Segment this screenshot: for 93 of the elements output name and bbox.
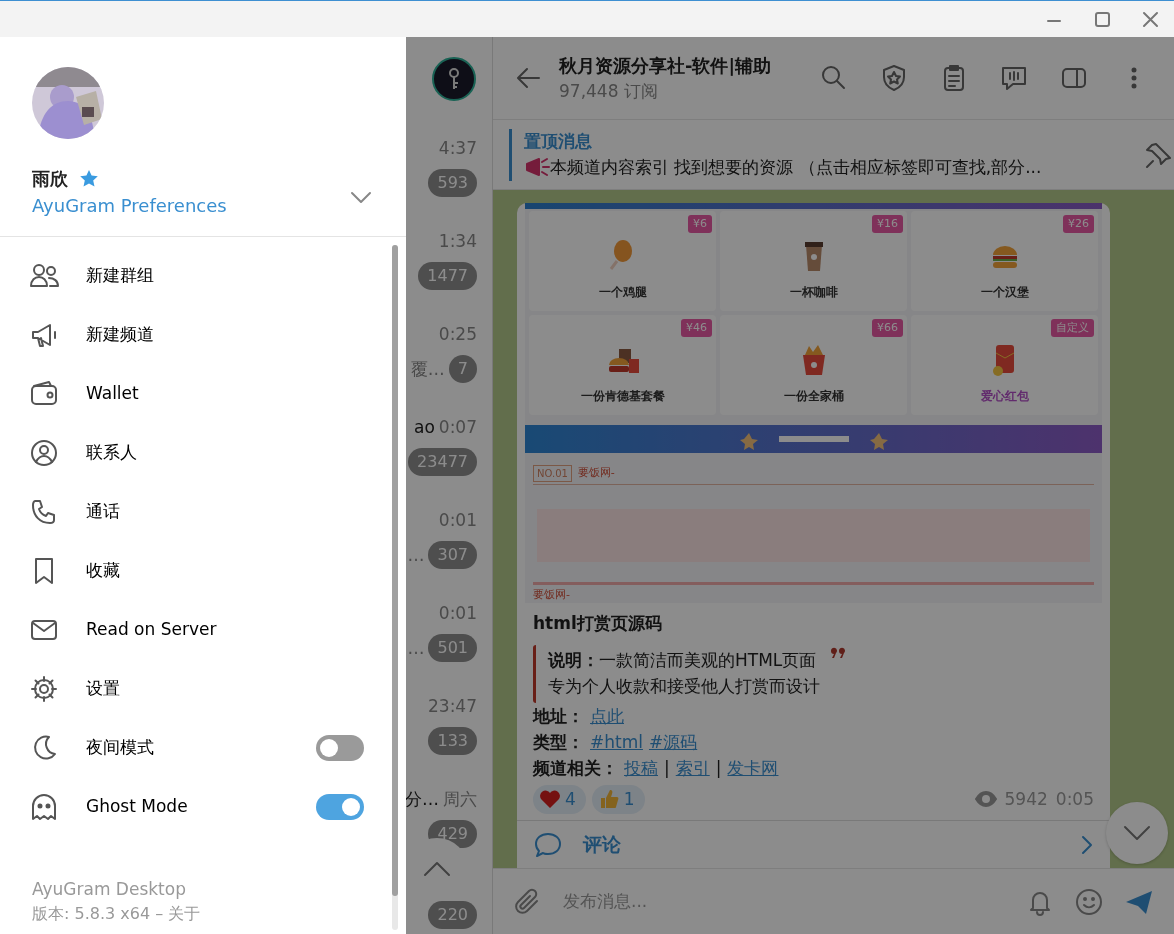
message-time: 0:05: [1055, 787, 1094, 811]
link[interactable]: #html: [590, 728, 643, 755]
chat-time: 0:01: [438, 508, 477, 532]
ghost-icon: [29, 791, 59, 822]
link[interactable]: 投稿: [624, 754, 658, 781]
reaction-chip[interactable]: 4: [533, 784, 586, 814]
chat-time: 1:34: [438, 229, 477, 253]
field-label: 频道相关：: [533, 756, 618, 780]
tile-label: 一份肯德基套餐: [580, 387, 665, 405]
chevron-right-icon: [1080, 833, 1094, 856]
chat-time: 0:25: [438, 322, 477, 346]
emoji-icon[interactable]: [1074, 886, 1104, 917]
quote-text: 专为个人收款和接受他人打赏而设计: [548, 674, 820, 698]
menu-item[interactable]: Ghost Mode: [0, 777, 392, 836]
link[interactable]: 点此: [590, 702, 624, 729]
menu-item[interactable]: Read on Server: [0, 600, 392, 659]
section-title: 要饭网-: [533, 586, 570, 603]
chat-time: 0:01: [438, 601, 477, 625]
person-circle-icon: [29, 437, 59, 468]
scrollbar[interactable]: [392, 245, 398, 930]
field-label: 类型：: [533, 730, 584, 754]
chat-time: 周六: [443, 787, 477, 811]
pinned-label: 置顶消息: [524, 130, 593, 153]
unread-badge: 7: [448, 355, 477, 384]
star-icon: [80, 170, 98, 187]
tile-label: 爱心红包: [980, 387, 1029, 405]
version-text: 版本: 5.8.3 x64 – 关于: [32, 903, 202, 925]
app-name: AyuGram Desktop: [32, 877, 187, 901]
chevron-down-icon[interactable]: [350, 190, 372, 205]
channel-title: 秋月资源分享社-软件|辅助: [559, 53, 773, 78]
chat-title: ao: [414, 415, 435, 439]
toggle-switch[interactable]: [316, 734, 364, 761]
price-tag: ¥46: [681, 318, 712, 338]
unread-badge: 133: [428, 727, 477, 756]
unread-badge: 593: [428, 169, 477, 198]
megaphone-icon: [524, 156, 550, 179]
menu-item[interactable]: Wallet: [0, 364, 392, 423]
menu-item[interactable]: 新建群组: [0, 246, 392, 305]
tile-label: 一个汉堡: [980, 283, 1029, 301]
field-label: 地址：: [533, 704, 584, 728]
separator: |: [715, 756, 722, 780]
price-tag: ¥66: [872, 318, 903, 338]
tile-label: 一个鸡腿: [598, 283, 647, 301]
message-preview: …: [407, 543, 425, 567]
menu-item[interactable]: 通话: [0, 482, 392, 541]
link[interactable]: 发卡网: [727, 754, 779, 781]
chevron-up-icon: [422, 860, 452, 878]
quote-text: 说明：一款简洁而美观的HTML页面: [548, 648, 818, 672]
menu-item[interactable]: 设置: [0, 659, 392, 718]
menu-item[interactable]: 收藏: [0, 541, 392, 600]
subscriber-count: 97,448 订阅: [559, 79, 659, 103]
price-tag: ¥6: [688, 214, 712, 234]
comment-icon: [533, 830, 563, 859]
chat-time: 23:47: [428, 694, 477, 718]
preferences-link[interactable]: AyuGram Preferences: [32, 192, 227, 219]
user-name: 雨欣: [32, 167, 68, 191]
unread-badge: 307: [428, 541, 477, 570]
pinned-text: 本频道内容索引 找到想要的资源 （点击相应标签即可查找,部分...: [550, 155, 1042, 179]
close-icon[interactable]: [1140, 9, 1160, 29]
price-tag: ¥16: [872, 214, 903, 234]
link[interactable]: 索引: [675, 754, 710, 781]
chevron-down-icon: [1122, 824, 1152, 842]
reaction-chip[interactable]: 1: [591, 784, 645, 814]
unread-badge: 1477: [418, 262, 477, 291]
menu-item[interactable]: 新建频道: [0, 305, 392, 364]
tile-label: 一杯咖啡: [789, 283, 838, 301]
quote-icon: [830, 646, 846, 661]
message-preview: 覆…: [410, 357, 445, 381]
unread-badge: 220: [428, 900, 477, 929]
heart-icon: [539, 789, 561, 810]
chat-time: 0:07: [438, 415, 477, 439]
unread-badge: 23477: [408, 448, 477, 477]
tile-label: 一份全家桶: [783, 387, 844, 405]
section-number: NO.01: [533, 464, 572, 482]
unread-badge: 501: [428, 634, 477, 663]
settings-icon: [29, 673, 59, 704]
message-input[interactable]: 发布消息...: [563, 888, 1006, 915]
view-count: 5942: [1004, 787, 1048, 811]
chat-avatar-icon[interactable]: [432, 56, 476, 101]
chat-title: 分…: [405, 787, 439, 811]
separator: |: [664, 756, 670, 780]
price-tag: ¥26: [1063, 214, 1094, 234]
maximize-icon[interactable]: [1092, 9, 1112, 29]
eye-icon: [974, 791, 997, 808]
link[interactable]: #源码: [648, 728, 698, 755]
chat-time: 4:37: [438, 136, 477, 160]
toggle-switch[interactable]: [316, 793, 364, 820]
menu-item[interactable]: 夜间模式: [0, 718, 392, 777]
section-title: 要饭网-: [577, 465, 615, 482]
price-tag: 自定义: [1051, 318, 1094, 338]
post-title: html打赏页源码: [533, 612, 663, 635]
menu-item[interactable]: 联系人: [0, 423, 392, 482]
message-preview: …: [407, 636, 425, 660]
